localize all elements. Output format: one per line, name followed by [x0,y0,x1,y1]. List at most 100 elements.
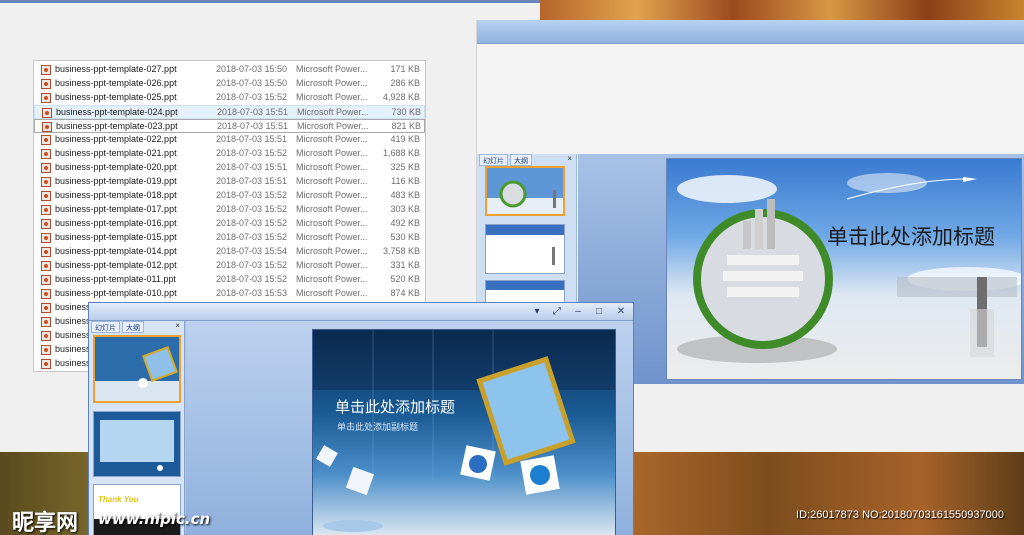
file-size: 821 KB [391,121,421,131]
front-window-titlebar[interactable]: ▾ ⤢ – □ ✕ [89,303,633,321]
file-row[interactable]: business-ppt-template-025.ppt 2018-07-03 … [34,91,425,105]
file-name: business-ppt-template-026.ppt [55,78,177,88]
pane-close-icon[interactable]: × [175,321,180,330]
dropdown-icon[interactable]: ▾ [530,305,544,318]
file-row[interactable]: business-ppt-template-014.ppt 2018-07-03 … [34,245,425,259]
tab-outline[interactable]: 大纲 [510,154,532,166]
file-row[interactable]: business-ppt-template-023.ppt 2018-07-03 … [34,119,425,133]
maximize-button[interactable]: □ [592,305,606,318]
file-name: business [55,358,91,368]
file-date: 2018-07-03 15:51 [216,162,288,172]
right-slide-editor[interactable]: 单击此处添加标题 [578,154,1024,384]
slide-thumbnail-1[interactable] [93,335,181,403]
file-date: 2018-07-03 15:52 [216,260,288,270]
front-slide-title[interactable]: 单击此处添加标题 [335,396,455,417]
file-name: business [55,316,91,326]
file-name: business-ppt-template-023.ppt [56,121,178,131]
close-button[interactable]: ✕ [614,305,628,318]
file-size: 4,928 KB [382,92,420,102]
file-type: Microsoft Power... [296,92,368,102]
file-size: 483 KB [390,190,420,200]
file-name: business-ppt-template-016.ppt [55,218,177,228]
file-date: 2018-07-03 15:51 [216,176,288,186]
file-row[interactable]: business-ppt-template-017.ppt 2018-07-03 … [34,203,425,217]
ppt-file-icon [41,191,51,201]
file-type: Microsoft Power... [296,246,368,256]
file-date: 2018-07-03 15:52 [216,204,288,214]
file-size: 3,758 KB [382,246,420,256]
file-date: 2018-07-03 15:52 [216,190,288,200]
front-current-slide[interactable]: 单击此处添加标题 单击此处添加副标题 [312,329,616,535]
file-size: 286 KB [390,78,420,88]
slide-thumbnail-2-image [94,412,180,476]
file-type: Microsoft Power... [296,148,368,158]
file-date: 2018-07-03 15:52 [216,232,288,242]
ppt-file-icon [41,163,51,173]
ppt-file-icon [41,149,51,159]
front-slide-subtitle[interactable]: 单击此处添加副标题 [337,420,418,433]
watermark-id: ID:26017873 NO:20180703161550937000 [796,509,1004,521]
resize-icon[interactable]: ⤢ [550,305,564,318]
minimize-button[interactable]: – [571,305,585,318]
file-date: 2018-07-03 15:52 [216,148,288,158]
file-row[interactable]: business-ppt-template-015.ppt 2018-07-03 … [34,231,425,245]
watermark-site: www.nipic.cn [98,510,211,528]
file-row[interactable]: business-ppt-template-027.ppt 2018-07-03 … [34,63,425,77]
file-row[interactable]: business-ppt-template-022.ppt 2018-07-03 … [34,133,425,147]
file-date: 2018-07-03 15:50 [216,78,288,88]
right-pane-tabs: 幻灯片 大纲 [479,154,532,166]
file-name: business-ppt-template-015.ppt [55,232,177,242]
ppt-file-icon [41,359,51,369]
file-row[interactable]: business-ppt-template-018.ppt 2018-07-03 … [34,189,425,203]
file-name: business-ppt-template-010.ppt [55,288,177,298]
tab-outline[interactable]: 大纲 [122,321,144,333]
file-size: 730 KB [391,107,421,117]
ppt-file-icon [41,275,51,285]
file-size: 492 KB [390,218,420,228]
pane-close-icon[interactable]: × [567,154,572,163]
file-row[interactable]: business-ppt-template-019.ppt 2018-07-03 … [34,175,425,189]
file-size: 331 KB [390,260,420,270]
file-row[interactable]: business-ppt-template-010.ppt 2018-07-03 … [34,287,425,301]
tab-slides[interactable]: 幻灯片 [479,154,508,166]
slide-thumbnail-3[interactable] [485,280,565,304]
ppt-file-icon [41,247,51,257]
slide-thumbnail-3-image [486,281,564,303]
file-date: 2018-07-03 15:50 [216,64,288,74]
file-row[interactable]: business-ppt-template-011.ppt 2018-07-03 … [34,273,425,287]
front-slides-pane: 幻灯片 大纲 × Thank You [89,321,185,535]
file-date: 2018-07-03 15:52 [216,218,288,228]
slide-thumbnail-2[interactable] [93,411,181,477]
front-slide-editor[interactable]: 单击此处添加标题 单击此处添加副标题 [186,321,633,535]
file-row[interactable]: business-ppt-template-012.ppt 2018-07-03 … [34,259,425,273]
ppt-file-icon [41,65,51,75]
slide-thumbnail-1-image [487,168,563,214]
file-type: Microsoft Power... [296,218,368,228]
file-type: Microsoft Power... [297,107,369,117]
file-row[interactable]: business-ppt-template-026.ppt 2018-07-03 … [34,77,425,91]
file-size: 325 KB [390,162,420,172]
file-row[interactable]: business-ppt-template-024.ppt 2018-07-03 … [34,105,425,119]
slide-thumbnail-2[interactable] [485,224,565,274]
watermark-logo: 昵享网 [12,511,79,535]
file-name: business-ppt-template-017.ppt [55,204,177,214]
file-name: business-ppt-template-021.ppt [55,148,177,158]
file-row[interactable]: business-ppt-template-021.ppt 2018-07-03 … [34,147,425,161]
file-type: Microsoft Power... [297,121,369,131]
right-window-titlebar[interactable] [477,20,1024,44]
file-size: 874 KB [390,288,420,298]
file-type: Microsoft Power... [296,176,368,186]
file-row[interactable]: business-ppt-template-016.ppt 2018-07-03 … [34,217,425,231]
right-current-slide[interactable]: 单击此处添加标题 [666,158,1022,380]
slide-thumbnail-1[interactable] [485,166,565,216]
tab-slides[interactable]: 幻灯片 [91,321,120,333]
file-type: Microsoft Power... [296,64,368,74]
file-row[interactable]: business-ppt-template-020.ppt 2018-07-03 … [34,161,425,175]
ppt-file-icon [41,233,51,243]
file-name: business-ppt-template-022.ppt [55,134,177,144]
thumbnail-thank-you-text: Thank You [98,495,139,504]
file-date: 2018-07-03 15:53 [216,288,288,298]
ppt-file-icon [41,317,51,327]
right-slide-title[interactable]: 单击此处添加标题 [827,221,995,251]
file-date: 2018-07-03 15:51 [217,107,289,117]
